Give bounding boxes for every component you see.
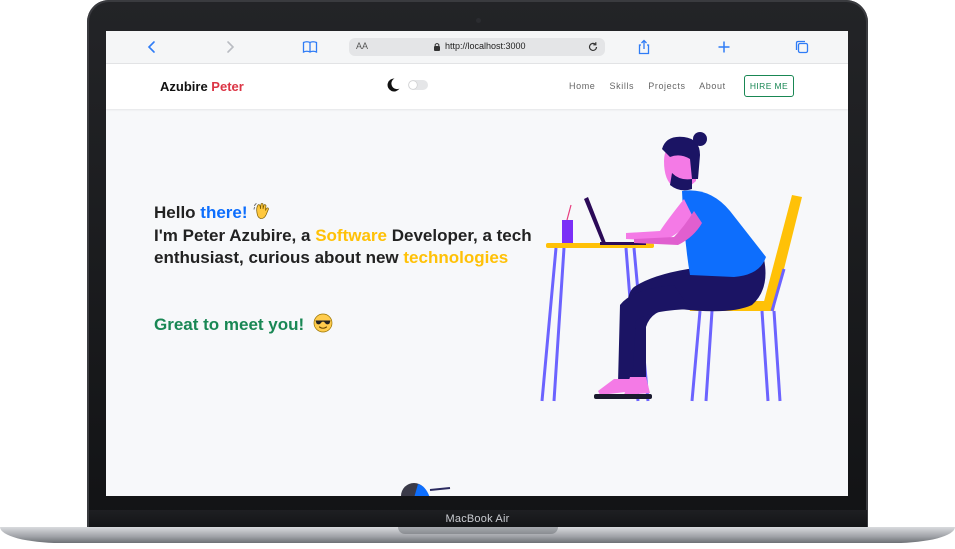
browser-toolbar: AA http://localhost:3000 <box>106 31 848 64</box>
url-text: http://localhost:3000 <box>445 41 526 51</box>
tabs-overview-icon[interactable] <box>794 39 810 55</box>
next-section-illustration-peek <box>401 483 451 496</box>
nav-link-projects[interactable]: Projects <box>648 81 685 91</box>
site-navbar: Azubire Peter Home Skills Projects About… <box>106 64 848 109</box>
nav-link-about[interactable]: About <box>699 81 726 91</box>
hero-hello: Hello <box>154 203 196 222</box>
hero-heading: Hello there! I'm Peter Azubire, a Softwa… <box>154 201 534 270</box>
hero-technologies: technologies <box>403 248 509 267</box>
developer-illustration <box>540 132 802 402</box>
hero-intro: I'm Peter Azubire, a <box>154 225 311 245</box>
hero-there: there! <box>200 203 248 222</box>
new-tab-icon[interactable] <box>716 39 732 55</box>
nav-link-skills[interactable]: Skills <box>610 81 635 91</box>
greeting: Great to meet you! <box>154 313 333 335</box>
nav-link-home[interactable]: Home <box>569 81 595 91</box>
waving-hand-icon <box>253 203 270 219</box>
camera <box>476 18 481 23</box>
site-logo[interactable]: Azubire Peter <box>160 79 244 94</box>
moon-icon <box>387 78 400 92</box>
theme-toggle[interactable] <box>408 80 428 90</box>
reload-icon[interactable] <box>587 41 599 53</box>
logo-first-name: Azubire <box>160 79 208 94</box>
back-icon[interactable] <box>144 39 160 55</box>
text-size-button[interactable]: AA <box>356 41 368 51</box>
bookmarks-icon[interactable] <box>302 39 318 55</box>
address-bar[interactable]: AA http://localhost:3000 <box>349 38 605 56</box>
greeting-text: Great to meet you! <box>154 315 305 334</box>
sunglasses-emoji-icon <box>313 313 333 333</box>
hire-me-button[interactable]: HIRE ME <box>744 75 794 97</box>
share-icon[interactable] <box>636 39 652 55</box>
device-label: MacBook Air <box>445 513 510 525</box>
logo-last-name: Peter <box>211 79 244 94</box>
nav-links: Home Skills Projects About <box>569 81 737 91</box>
forward-icon[interactable] <box>222 39 238 55</box>
hero-software: Software <box>315 225 387 245</box>
laptop-notch <box>398 527 558 534</box>
lock-icon <box>434 42 440 51</box>
screen: AA http://localhost:3000 Azubire Peter H… <box>106 31 848 496</box>
